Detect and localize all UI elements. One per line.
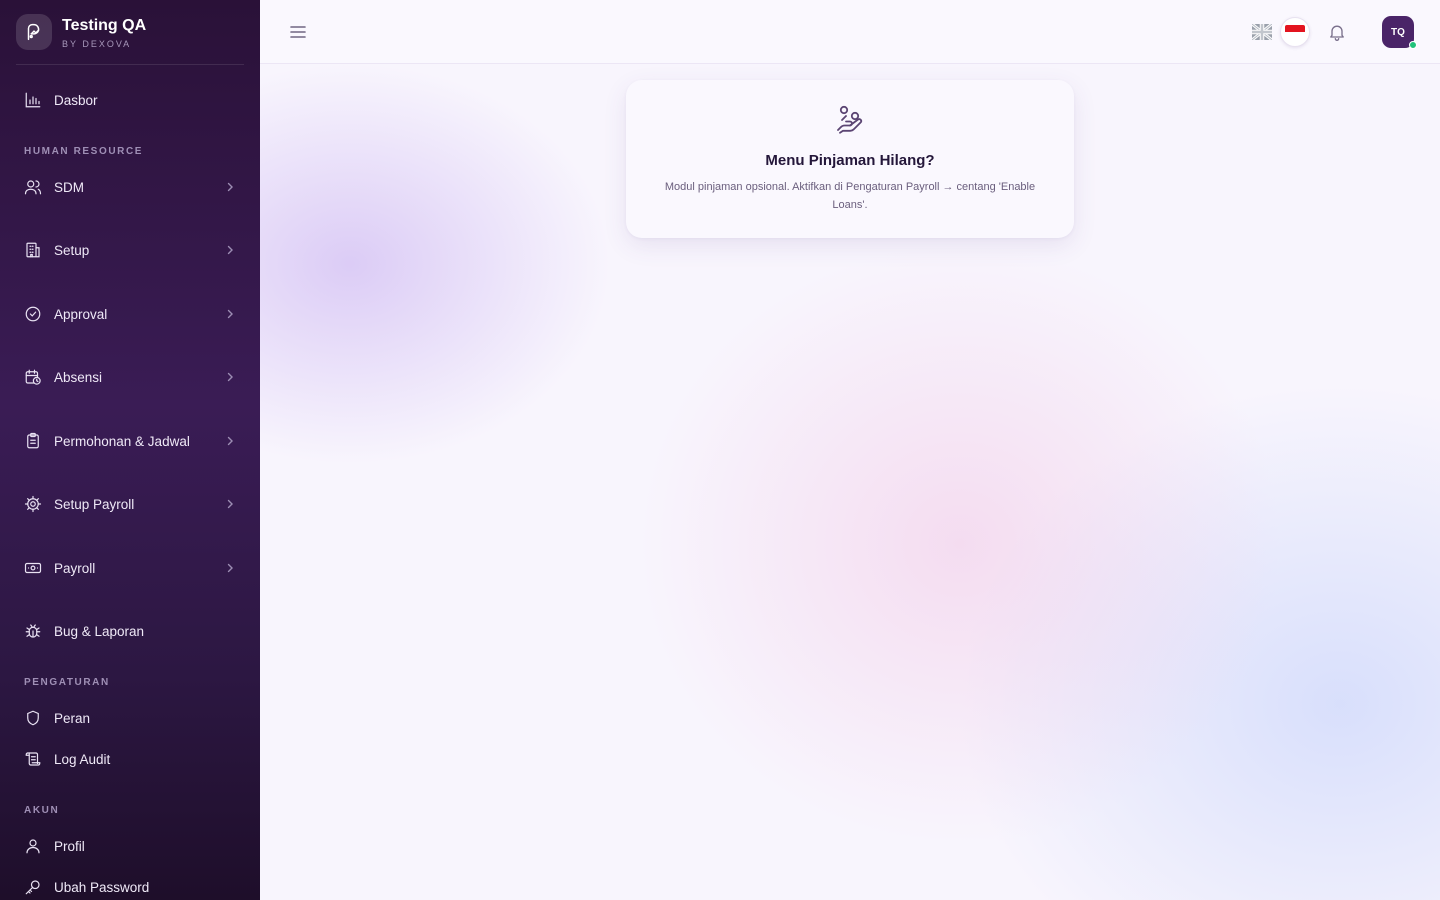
topbar: TQ xyxy=(260,0,1440,64)
hand-coins-icon xyxy=(834,104,866,136)
brand-logo-icon xyxy=(16,14,52,50)
sidebar: Testing QA BY DEXOVA Dasbor HUMAN RESOUR… xyxy=(0,0,260,900)
sidebar-item-label: Setup xyxy=(54,242,90,258)
sidebar-item-label: Ubah Password xyxy=(54,879,150,895)
chevron-right-icon xyxy=(227,309,233,319)
sidebar-item-approval[interactable]: Approval xyxy=(0,294,260,334)
shield-icon xyxy=(24,709,42,727)
chevron-right-icon xyxy=(227,436,233,446)
bug-icon xyxy=(24,622,42,640)
gear-icon xyxy=(24,495,42,513)
hamburger-menu-icon[interactable] xyxy=(288,22,308,42)
card-title: Menu Pinjaman Hilang? xyxy=(765,152,935,169)
sidebar-item-peran[interactable]: Peran xyxy=(0,698,260,738)
chevron-right-icon xyxy=(227,372,233,382)
clipboard-icon xyxy=(24,432,42,450)
online-status-indicator xyxy=(1409,41,1417,49)
card-description: Modul pinjaman opsional. Aktifkan di Pen… xyxy=(664,181,1036,211)
sidebar-item-label: Setup Payroll xyxy=(54,496,135,512)
sidebar-item-label: Log Audit xyxy=(54,751,111,767)
section-title-human-resource: HUMAN RESOURCE xyxy=(24,146,144,157)
sidebar-item-label: Dasbor xyxy=(54,92,98,108)
check-circle-icon xyxy=(24,305,42,323)
section-title-akun: AKUN xyxy=(24,805,60,816)
language-id-selector[interactable] xyxy=(1280,17,1310,47)
sidebar-item-label: SDM xyxy=(54,179,84,195)
sidebar-item-profil[interactable]: Profil xyxy=(0,826,260,866)
key-icon xyxy=(24,878,42,896)
sidebar-item-bug-laporan[interactable]: Bug & Laporan xyxy=(0,611,260,651)
sidebar-item-setup[interactable]: Setup xyxy=(0,230,260,270)
sidebar-item-log-audit[interactable]: Log Audit xyxy=(0,739,260,779)
sidebar-item-label: Approval xyxy=(54,306,108,322)
sidebar-item-label: Peran xyxy=(54,710,91,726)
brand-name: Testing QA xyxy=(62,17,147,34)
sidebar-item-setup-payroll[interactable]: Setup Payroll xyxy=(0,484,260,524)
chevron-right-icon xyxy=(227,245,233,255)
sidebar-item-payroll[interactable]: Payroll xyxy=(0,548,260,588)
info-card: Menu Pinjaman Hilang? Modul pinjaman ops… xyxy=(626,80,1074,238)
brand[interactable]: Testing QA BY DEXOVA xyxy=(16,14,244,64)
language-en-flag-icon[interactable] xyxy=(1251,22,1273,42)
section-title-pengaturan: PENGATURAN xyxy=(24,677,110,688)
banknote-icon xyxy=(24,559,42,577)
sidebar-item-dasbor[interactable]: Dasbor xyxy=(0,80,260,120)
sidebar-item-label: Bug & Laporan xyxy=(54,623,145,639)
main-content: Menu Pinjaman Hilang? Modul pinjaman ops… xyxy=(260,64,1440,900)
sidebar-item-label: Payroll xyxy=(54,560,96,576)
sidebar-item-absensi[interactable]: Absensi xyxy=(0,357,260,397)
users-icon xyxy=(24,178,42,196)
sidebar-item-label: Profil xyxy=(54,838,85,854)
sidebar-item-permohonan-jadwal[interactable]: Permohonan & Jadwal xyxy=(0,421,260,461)
calendar-clock-icon xyxy=(24,368,42,386)
sidebar-item-label: Permohonan & Jadwal xyxy=(54,433,190,449)
sidebar-item-label: Absensi xyxy=(54,369,103,385)
chevron-right-icon xyxy=(227,182,233,192)
brand-divider xyxy=(16,64,244,65)
chevron-right-icon xyxy=(227,499,233,509)
scroll-icon xyxy=(24,750,42,768)
building-icon xyxy=(24,241,42,259)
notification-bell-icon[interactable] xyxy=(1327,22,1347,42)
user-icon xyxy=(24,837,42,855)
chevron-right-icon xyxy=(227,563,233,573)
sidebar-item-ubah-password[interactable]: Ubah Password xyxy=(0,867,260,900)
brand-subtitle: BY DEXOVA xyxy=(62,39,132,49)
bar-chart-icon xyxy=(24,91,42,109)
sidebar-item-sdm[interactable]: SDM xyxy=(0,167,260,207)
language-id-flag-icon xyxy=(1285,25,1305,39)
